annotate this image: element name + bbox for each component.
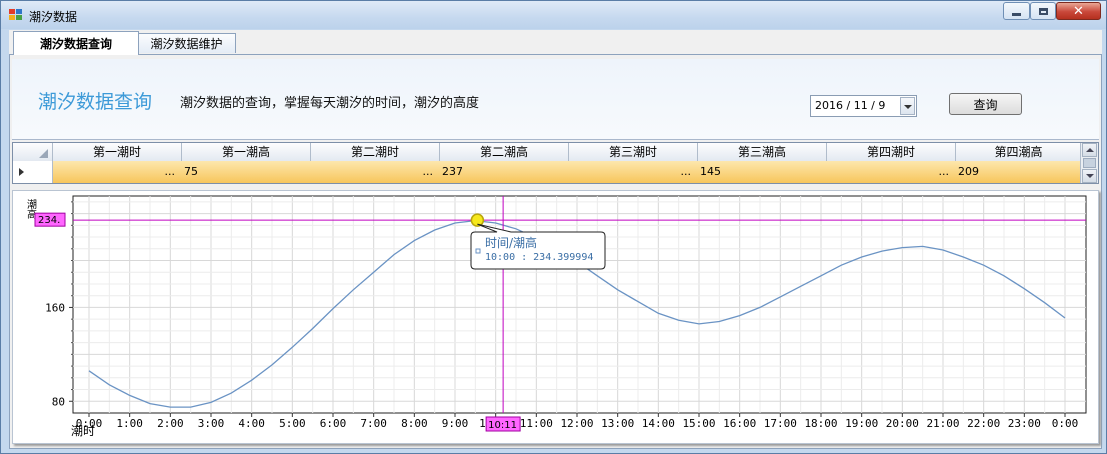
grid-cell[interactable]: ... bbox=[311, 161, 434, 183]
tab-strip: 潮汐数据查询 潮汐数据维护 bbox=[9, 30, 1102, 55]
y-axis-ticks: 80 160 bbox=[45, 201, 73, 408]
column-header[interactable]: 第二潮高 bbox=[440, 143, 569, 161]
y-tick-label: 160 bbox=[45, 301, 65, 314]
x-tick-label: 19:00 bbox=[845, 417, 878, 430]
x-tick-label: 11:00 bbox=[520, 417, 553, 430]
column-header[interactable]: 第一潮高 bbox=[182, 143, 311, 161]
x-tick-label: 0:00 bbox=[1052, 417, 1079, 430]
grid-cell[interactable]: 237 bbox=[442, 161, 562, 183]
x-tick-label: 23:00 bbox=[1008, 417, 1041, 430]
column-header[interactable]: 第三潮时 bbox=[569, 143, 698, 161]
grid-cell[interactable]: 145 bbox=[700, 161, 820, 183]
grid-cell[interactable]: 75 bbox=[184, 161, 304, 183]
query-button[interactable]: 查询 bbox=[949, 93, 1022, 115]
grid-vertical-scrollbar[interactable] bbox=[1080, 143, 1098, 183]
tooltip-value: 10:00 : 234.399994 bbox=[485, 252, 593, 263]
minimize-button[interactable] bbox=[1003, 2, 1030, 20]
row-header-arrow-icon[interactable] bbox=[13, 161, 53, 183]
x-tick-label: 5:00 bbox=[279, 417, 306, 430]
x-tick-label: 15:00 bbox=[682, 417, 715, 430]
x-tick-label: 7:00 bbox=[360, 417, 387, 430]
y-tick-label: 80 bbox=[52, 395, 65, 408]
column-header[interactable]: 第二潮时 bbox=[311, 143, 440, 161]
scroll-down-icon[interactable] bbox=[1082, 169, 1097, 183]
tide-chart[interactable]: 0:00 1:00 2:00 3:00 4:00 5:00 6:00 7:00 8:00 9:00… bbox=[13, 191, 1098, 443]
minimize-icon bbox=[1012, 12, 1021, 16]
grid-corner-select-all[interactable] bbox=[13, 143, 53, 161]
x-tick-label: 6:00 bbox=[320, 417, 347, 430]
x-tick-label: 2:00 bbox=[157, 417, 184, 430]
column-header[interactable]: 第三潮高 bbox=[698, 143, 827, 161]
grid-cell[interactable]: 209 bbox=[958, 161, 1078, 183]
grid-cell[interactable]: ... bbox=[827, 161, 950, 183]
tab-tide-maintenance[interactable]: 潮汐数据维护 bbox=[137, 33, 236, 53]
x-tick-label: 17:00 bbox=[764, 417, 797, 430]
app-window: 潮汐数据 ✕ 潮汐数据查询 潮汐数据维护 潮汐数据查询 潮汐数据的查询，掌握每天… bbox=[0, 0, 1107, 454]
x-tick-label: 14:00 bbox=[642, 417, 675, 430]
crosshair-x-label: 10:11 bbox=[485, 416, 521, 432]
close-button[interactable]: ✕ bbox=[1056, 2, 1101, 20]
chevron-down-icon[interactable] bbox=[900, 97, 915, 115]
x-tick-label: 18:00 bbox=[804, 417, 837, 430]
x-tick-label: 16:00 bbox=[723, 417, 756, 430]
grid-header: 第一潮时 第一潮高 第二潮时 第二潮高 第三潮时 第三潮高 第四潮时 第四潮高 bbox=[13, 143, 1082, 162]
date-picker[interactable]: 2016 / 11 / 9 bbox=[810, 95, 917, 117]
x-axis-ticks: 0:00 1:00 2:00 3:00 4:00 5:00 6:00 7:00 8:00 9:00… bbox=[76, 413, 1079, 430]
tab-panel: 潮汐数据查询 潮汐数据的查询，掌握每天潮汐的时间，潮汐的高度 2016 / 11… bbox=[9, 54, 1102, 449]
page-description: 潮汐数据的查询，掌握每天潮汐的时间，潮汐的高度 bbox=[180, 96, 480, 111]
x-tick-label: 4:00 bbox=[238, 417, 265, 430]
plot-area bbox=[72, 195, 1087, 414]
x-tick-label: 21:00 bbox=[926, 417, 959, 430]
grid-cell[interactable]: ... bbox=[53, 161, 176, 183]
tooltip-title: 时间/潮高 bbox=[485, 235, 537, 250]
page-title: 潮汐数据查询 bbox=[38, 91, 153, 113]
column-header[interactable]: 第一潮时 bbox=[53, 143, 182, 161]
maximize-button[interactable] bbox=[1030, 2, 1056, 20]
scroll-thumb[interactable] bbox=[1083, 158, 1096, 168]
header-panel: 潮汐数据查询 潮汐数据的查询，掌握每天潮汐的时间，潮汐的高度 2016 / 11… bbox=[12, 59, 1099, 140]
window-title: 潮汐数据 bbox=[29, 10, 78, 24]
maximize-icon bbox=[1038, 7, 1048, 15]
crosshair-y-label: 234. bbox=[34, 212, 66, 227]
x-tick-label: 13:00 bbox=[601, 417, 634, 430]
svg-text:234.: 234. bbox=[38, 215, 60, 226]
tab-tide-query[interactable]: 潮汐数据查询 bbox=[13, 31, 139, 55]
table-row[interactable]: ... 75 ... 237 ... 145 ... 209 bbox=[13, 161, 1082, 183]
app-icon bbox=[9, 9, 22, 21]
x-tick-label: 3:00 bbox=[198, 417, 225, 430]
tide-chart-panel[interactable]: 0:00 1:00 2:00 3:00 4:00 5:00 6:00 7:00 8:00 9:00… bbox=[12, 190, 1099, 444]
column-header[interactable]: 第四潮高 bbox=[956, 143, 1082, 161]
title-bar[interactable]: 潮汐数据 ✕ bbox=[1, 1, 1106, 29]
client-area: 潮汐数据查询 潮汐数据维护 潮汐数据查询 潮汐数据的查询，掌握每天潮汐的时间，潮… bbox=[9, 30, 1102, 449]
tide-data-grid[interactable]: 第一潮时 第一潮高 第二潮时 第二潮高 第三潮时 第三潮高 第四潮时 第四潮高 … bbox=[12, 142, 1099, 184]
x-tick-label: 22:00 bbox=[967, 417, 1000, 430]
column-header[interactable]: 第四潮时 bbox=[827, 143, 956, 161]
close-icon: ✕ bbox=[1073, 3, 1084, 19]
tooltip-series-swatch bbox=[475, 248, 481, 254]
x-tick-label: 1:00 bbox=[116, 417, 143, 430]
scroll-up-icon[interactable] bbox=[1082, 143, 1097, 157]
x-axis-label: 潮时 bbox=[71, 423, 95, 438]
date-value: 2016 / 11 / 9 bbox=[815, 99, 886, 112]
x-tick-label: 9:00 bbox=[442, 417, 469, 430]
svg-text:10:11: 10:11 bbox=[488, 420, 517, 431]
x-tick-label: 20:00 bbox=[886, 417, 919, 430]
x-tick-label: 12:00 bbox=[560, 417, 593, 430]
x-tick-label: 8:00 bbox=[401, 417, 428, 430]
grid-cell[interactable]: ... bbox=[569, 161, 692, 183]
